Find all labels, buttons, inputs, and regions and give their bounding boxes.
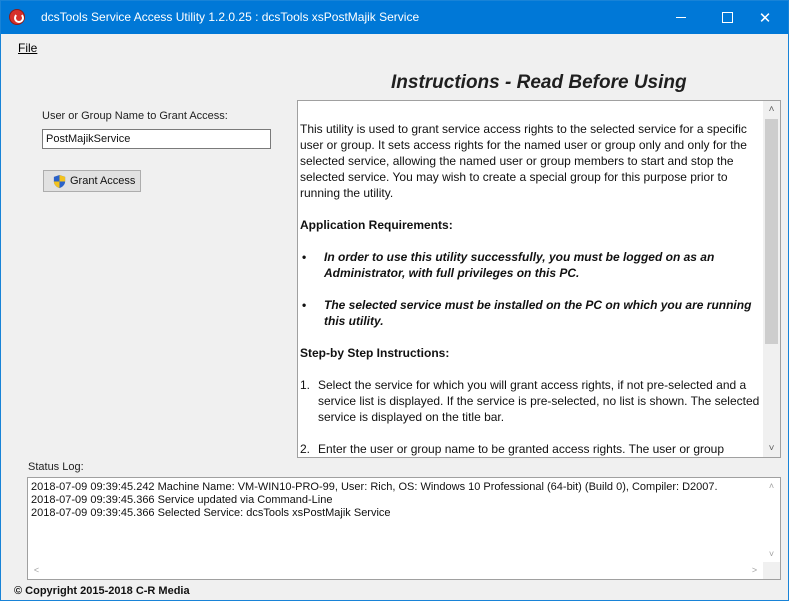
steps-heading: Step-by Step Instructions: [300, 346, 450, 360]
step-text: Select the service for which you will gr… [318, 378, 760, 424]
scroll-right-arrow-icon[interactable]: > [746, 562, 763, 579]
step-number: 2. [300, 442, 311, 456]
scroll-up-arrow-icon[interactable]: ˄ [763, 101, 780, 118]
instructions-scrollbar[interactable]: ˄ ˅ [763, 101, 780, 457]
step-item: 1. Select the service for which you will… [300, 377, 760, 425]
maximize-icon [721, 12, 733, 23]
scroll-up-arrow-icon[interactable]: ˄ [763, 478, 780, 494]
step-item: 2. Enter the user or group name to be gr… [300, 441, 760, 457]
instructions-content: This utility is used to grant service ac… [300, 121, 760, 457]
status-log-vscrollbar[interactable]: ˄ ˅ [763, 478, 780, 562]
instructions-panel[interactable]: This utility is used to grant service ac… [297, 100, 781, 458]
copyright-text: © Copyright 2015-2018 C-R Media [14, 585, 190, 597]
user-group-input[interactable] [42, 129, 271, 149]
minimize-button[interactable] [658, 1, 704, 34]
scrollbar-corner [763, 562, 780, 579]
close-button[interactable]: ✕ [742, 1, 788, 34]
scroll-down-arrow-icon[interactable]: ˅ [763, 546, 780, 562]
grant-access-button[interactable]: Grant Access [43, 170, 141, 192]
grant-access-label: Grant Access [70, 175, 136, 187]
scroll-down-arrow-icon[interactable]: ˅ [763, 440, 780, 457]
log-line: 2018-07-09 09:39:45.242 Machine Name: VM… [31, 481, 718, 493]
log-line: 2018-07-09 09:39:45.366 Selected Service… [31, 507, 391, 519]
instructions-title: Instructions - Read Before Using [391, 72, 687, 93]
status-log-label: Status Log: [28, 461, 84, 473]
minimize-icon [676, 17, 686, 18]
menu-bar: File [1, 39, 788, 59]
user-group-label: User or Group Name to Grant Access: [42, 110, 228, 122]
status-bar: © Copyright 2015-2018 C-R Media [1, 583, 788, 600]
window-title: dcsTools Service Access Utility 1.2.0.25… [41, 10, 420, 24]
menu-file[interactable]: File [18, 41, 37, 55]
step-number: 1. [300, 378, 311, 392]
app-window: dcsTools Service Access Utility 1.2.0.25… [0, 0, 789, 601]
close-icon: ✕ [758, 9, 772, 27]
instructions-intro: This utility is used to grant service ac… [300, 122, 747, 200]
step-text: Enter the user or group name to be grant… [318, 442, 725, 456]
title-bar[interactable]: dcsTools Service Access Utility 1.2.0.25… [1, 1, 788, 34]
requirement-item: The selected service must be installed o… [300, 297, 760, 329]
scroll-left-arrow-icon[interactable]: < [28, 562, 45, 579]
shield-icon [53, 174, 66, 188]
status-log[interactable]: 2018-07-09 09:39:45.242 Machine Name: VM… [27, 477, 781, 580]
log-line: 2018-07-09 09:39:45.366 Service updated … [31, 494, 333, 506]
scroll-thumb[interactable] [765, 119, 778, 344]
requirements-heading: Application Requirements: [300, 218, 453, 232]
status-log-hscrollbar[interactable]: < > [28, 562, 763, 579]
requirement-item: In order to use this utility successfull… [300, 249, 760, 281]
app-icon [9, 9, 25, 25]
